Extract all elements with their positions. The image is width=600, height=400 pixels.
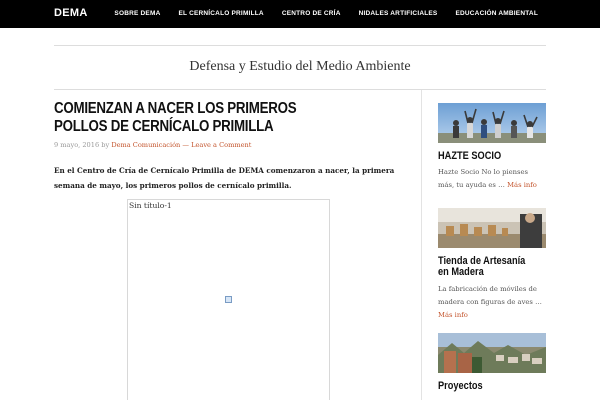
mas-info-link[interactable]: Más info bbox=[438, 311, 468, 319]
people-celebrating-photo bbox=[438, 103, 546, 143]
post-title[interactable]: COMIENZAN A NACER LOS PRIMEROS POLLOS DE… bbox=[54, 100, 329, 136]
hazte-socio-image[interactable] bbox=[438, 103, 546, 143]
wood-workshop-photo bbox=[438, 208, 546, 248]
sidebar-divider bbox=[421, 90, 422, 400]
leave-comment-link[interactable]: Leave a Comment bbox=[191, 141, 251, 149]
tagline-bottom-rule bbox=[54, 89, 546, 90]
landscape-photo bbox=[438, 333, 546, 373]
post-intro: En el Centro de Cría de Cernícalo Primil… bbox=[54, 166, 395, 190]
proyectos-image[interactable] bbox=[438, 333, 546, 373]
tienda-image[interactable] bbox=[438, 208, 546, 248]
site-logo[interactable]: DEMA bbox=[54, 7, 88, 19]
site-tagline: Defensa y Estudio del Medio Ambiente bbox=[189, 59, 411, 74]
widget-title-tienda[interactable]: Tienda de Artesanía en Madera bbox=[438, 256, 530, 278]
broken-image-icon bbox=[225, 296, 232, 303]
top-navigation-bar: DEMA SOBRE DEMA EL CERNÍCALO PRIMILLA CE… bbox=[0, 0, 600, 28]
nav-item-nidales-artificiales[interactable]: NIDALES ARTIFICIALES bbox=[359, 10, 438, 17]
post-figure: Sin título-1 bbox=[127, 199, 330, 400]
tagline-top-rule bbox=[54, 45, 546, 46]
widget-excerpt: La fabricación de móviles de madera con … bbox=[438, 285, 542, 306]
widget-text-hazte-socio: Hazte Socio No lo pienses más, tu ayuda … bbox=[438, 166, 546, 192]
mas-info-link[interactable]: Más info bbox=[507, 181, 537, 189]
post-date: 9 mayo, 2016 bbox=[54, 141, 100, 149]
nav-item-cernicalo-primilla[interactable]: EL CERNÍCALO PRIMILLA bbox=[178, 10, 263, 17]
post-meta: 9 mayo, 2016 by Dema Comunicación — Leav… bbox=[54, 141, 251, 149]
widget-title-proyectos[interactable]: Proyectos bbox=[438, 381, 530, 392]
nav-item-sobre-dema[interactable]: SOBRE DEMA bbox=[114, 10, 160, 17]
post-author-link[interactable]: Dema Comunicación bbox=[111, 141, 180, 149]
widget-text-tienda: La fabricación de móviles de madera con … bbox=[438, 283, 546, 322]
main-nav: SOBRE DEMA EL CERNÍCALO PRIMILLA CENTRO … bbox=[96, 10, 538, 17]
post-by: by bbox=[101, 141, 110, 149]
figure-caption: Sin título-1 bbox=[129, 201, 172, 210]
nav-item-centro-de-cria[interactable]: CENTRO DE CRÍA bbox=[282, 10, 341, 17]
meta-separator: — bbox=[182, 141, 190, 149]
nav-item-educacion-ambiental[interactable]: EDUCACIÓN AMBIENTAL bbox=[455, 10, 538, 17]
widget-title-hazte-socio[interactable]: HAZTE SOCIO bbox=[438, 151, 530, 162]
